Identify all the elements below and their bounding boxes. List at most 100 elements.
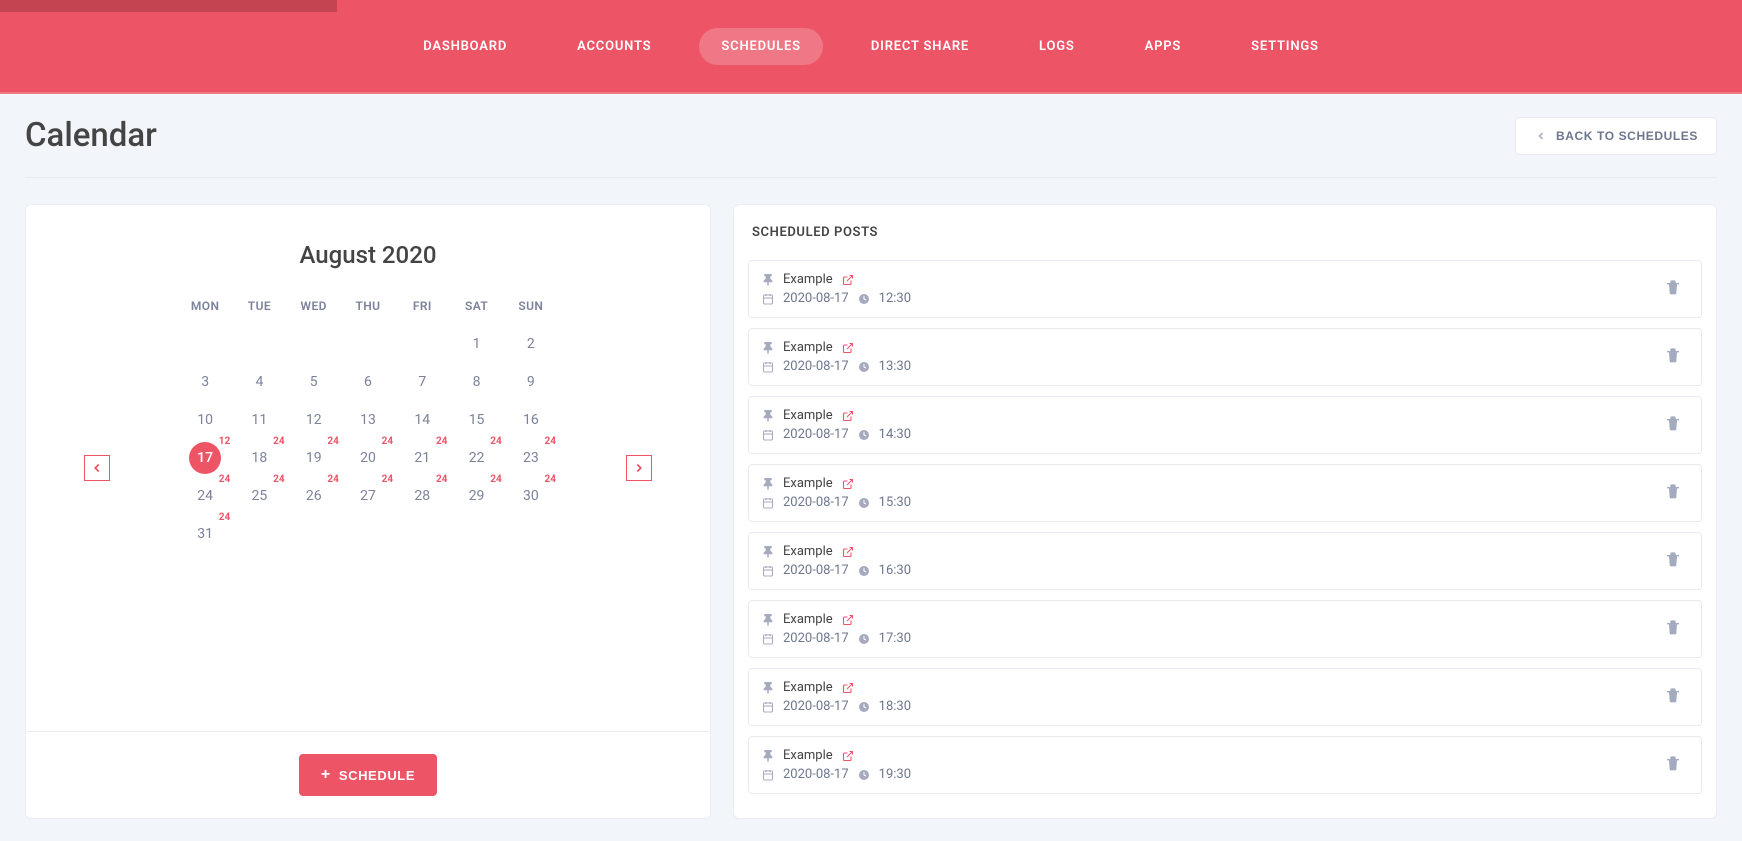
calendar-day[interactable]: 7 (395, 363, 449, 401)
calendar-day[interactable]: 1824 (232, 439, 286, 477)
external-link-icon[interactable] (841, 341, 855, 355)
scheduled-post-item[interactable]: Example2020-08-1716:30 (748, 532, 1702, 590)
calendar-day[interactable]: 2524 (232, 477, 286, 515)
external-link-icon[interactable] (841, 477, 855, 491)
calendar-day[interactable]: 13 (341, 401, 395, 439)
calendar-next-button[interactable] (626, 455, 652, 481)
calendar-day (395, 515, 449, 553)
calendar-dow: FRI (395, 299, 449, 325)
clock-icon (857, 496, 871, 510)
delete-post-button[interactable] (1657, 611, 1689, 647)
calendar-day-badge: 24 (382, 436, 393, 447)
nav-item-direct-share[interactable]: DIRECT SHARE (849, 28, 991, 65)
calendar-day-number: 5 (310, 374, 318, 390)
calendar-day[interactable]: 3124 (178, 515, 232, 553)
post-date: 2020-08-17 (783, 631, 849, 646)
external-link-icon[interactable] (841, 749, 855, 763)
calendar-day[interactable]: 2 (504, 325, 558, 363)
scheduled-post-item[interactable]: Example2020-08-1715:30 (748, 464, 1702, 522)
delete-post-button[interactable] (1657, 475, 1689, 511)
calendar-day[interactable]: 3024 (504, 477, 558, 515)
calendar-day-number: 30 (523, 488, 539, 504)
calendar-day (232, 325, 286, 363)
calendar-day[interactable]: 4 (232, 363, 286, 401)
scheduled-posts-list[interactable]: Example2020-08-1712:30Example2020-08-171… (734, 260, 1716, 818)
external-link-icon[interactable] (841, 273, 855, 287)
calendar-day[interactable]: 1924 (287, 439, 341, 477)
calendar-day[interactable]: 10 (178, 401, 232, 439)
calendar-icon (761, 496, 775, 510)
post-title: Example (783, 408, 833, 423)
scheduled-post-item[interactable]: Example 2020-08-17 17:30 (748, 600, 1702, 658)
back-label: BACK TO SCHEDULES (1556, 129, 1698, 143)
post-title: Example (783, 476, 833, 491)
calendar-day[interactable]: 2224 (449, 439, 503, 477)
post-date: 2020-08-17 (783, 427, 849, 442)
pin-icon (761, 749, 775, 763)
calendar-day[interactable]: 2624 (287, 477, 341, 515)
post-time: 17:30 (879, 631, 911, 646)
calendar-day-badge: 24 (327, 436, 338, 447)
calendar-prev-button[interactable] (84, 455, 110, 481)
calendar-day[interactable]: 16 (504, 401, 558, 439)
calendar-day-badge: 24 (545, 436, 556, 447)
calendar-icon (761, 360, 775, 374)
delete-post-button[interactable] (1657, 543, 1689, 579)
calendar-day[interactable]: 1712 (178, 439, 232, 477)
pin-icon (761, 341, 775, 355)
calendar-day-badge: 24 (327, 474, 338, 485)
scheduled-post-item[interactable]: Example2020-08-1712:30 (748, 260, 1702, 318)
external-link-icon[interactable] (841, 681, 855, 695)
delete-post-button[interactable] (1657, 339, 1689, 375)
scheduled-post-item[interactable]: Example2020-08-1718:30 (748, 668, 1702, 726)
calendar-day-badge: 24 (382, 474, 393, 485)
nav-item-settings[interactable]: SETTINGS (1229, 28, 1341, 65)
calendar-day[interactable]: 2124 (395, 439, 449, 477)
external-link-icon[interactable] (841, 545, 855, 559)
calendar-day[interactable]: 2824 (395, 477, 449, 515)
calendar-day[interactable]: 2424 (178, 477, 232, 515)
nav-item-logs[interactable]: LOGS (1017, 28, 1097, 65)
external-link-icon[interactable] (841, 613, 855, 627)
post-title: Example (783, 612, 833, 627)
delete-post-button[interactable] (1657, 407, 1689, 443)
nav-item-apps[interactable]: APPS (1123, 28, 1204, 65)
calendar-day[interactable]: 15 (449, 401, 503, 439)
pin-icon (761, 681, 775, 695)
scheduled-post-item[interactable]: Example2020-08-1714:30 (748, 396, 1702, 454)
nav-item-accounts[interactable]: ACCOUNTS (555, 28, 673, 65)
calendar-day[interactable]: 11 (232, 401, 286, 439)
calendar-day[interactable]: 2324 (504, 439, 558, 477)
delete-post-button[interactable] (1657, 747, 1689, 783)
nav-item-dashboard[interactable]: DASHBOARD (401, 28, 529, 65)
post-date: 2020-08-17 (783, 359, 849, 374)
delete-post-button[interactable] (1657, 271, 1689, 307)
plus-icon: + (321, 766, 331, 784)
delete-post-button[interactable] (1657, 679, 1689, 715)
calendar-day[interactable]: 3 (178, 363, 232, 401)
calendar-day-number: 7 (418, 374, 426, 390)
external-link-icon[interactable] (841, 409, 855, 423)
nav-item-schedules[interactable]: SCHEDULES (699, 28, 822, 65)
calendar-day[interactable]: 6 (341, 363, 395, 401)
calendar-day (395, 325, 449, 363)
schedule-button[interactable]: + SCHEDULE (299, 754, 437, 796)
clock-icon (857, 428, 871, 442)
back-to-schedules-button[interactable]: BACK TO SCHEDULES (1515, 117, 1717, 155)
calendar-day[interactable]: 2924 (449, 477, 503, 515)
calendar-day-number: 19 (306, 450, 322, 466)
calendar-day-number: 15 (469, 412, 485, 428)
scheduled-post-item[interactable]: Example2020-08-1719:30 (748, 736, 1702, 794)
calendar-day[interactable]: 8 (449, 363, 503, 401)
calendar-day[interactable]: 2024 (341, 439, 395, 477)
calendar-day[interactable]: 1 (449, 325, 503, 363)
calendar-icon (761, 632, 775, 646)
calendar-day[interactable]: 14 (395, 401, 449, 439)
calendar-day[interactable]: 5 (287, 363, 341, 401)
calendar-day-number: 2 (527, 336, 535, 352)
calendar-day[interactable]: 2724 (341, 477, 395, 515)
post-time: 13:30 (879, 359, 911, 374)
scheduled-post-item[interactable]: Example2020-08-1713:30 (748, 328, 1702, 386)
calendar-day[interactable]: 9 (504, 363, 558, 401)
calendar-day[interactable]: 12 (287, 401, 341, 439)
